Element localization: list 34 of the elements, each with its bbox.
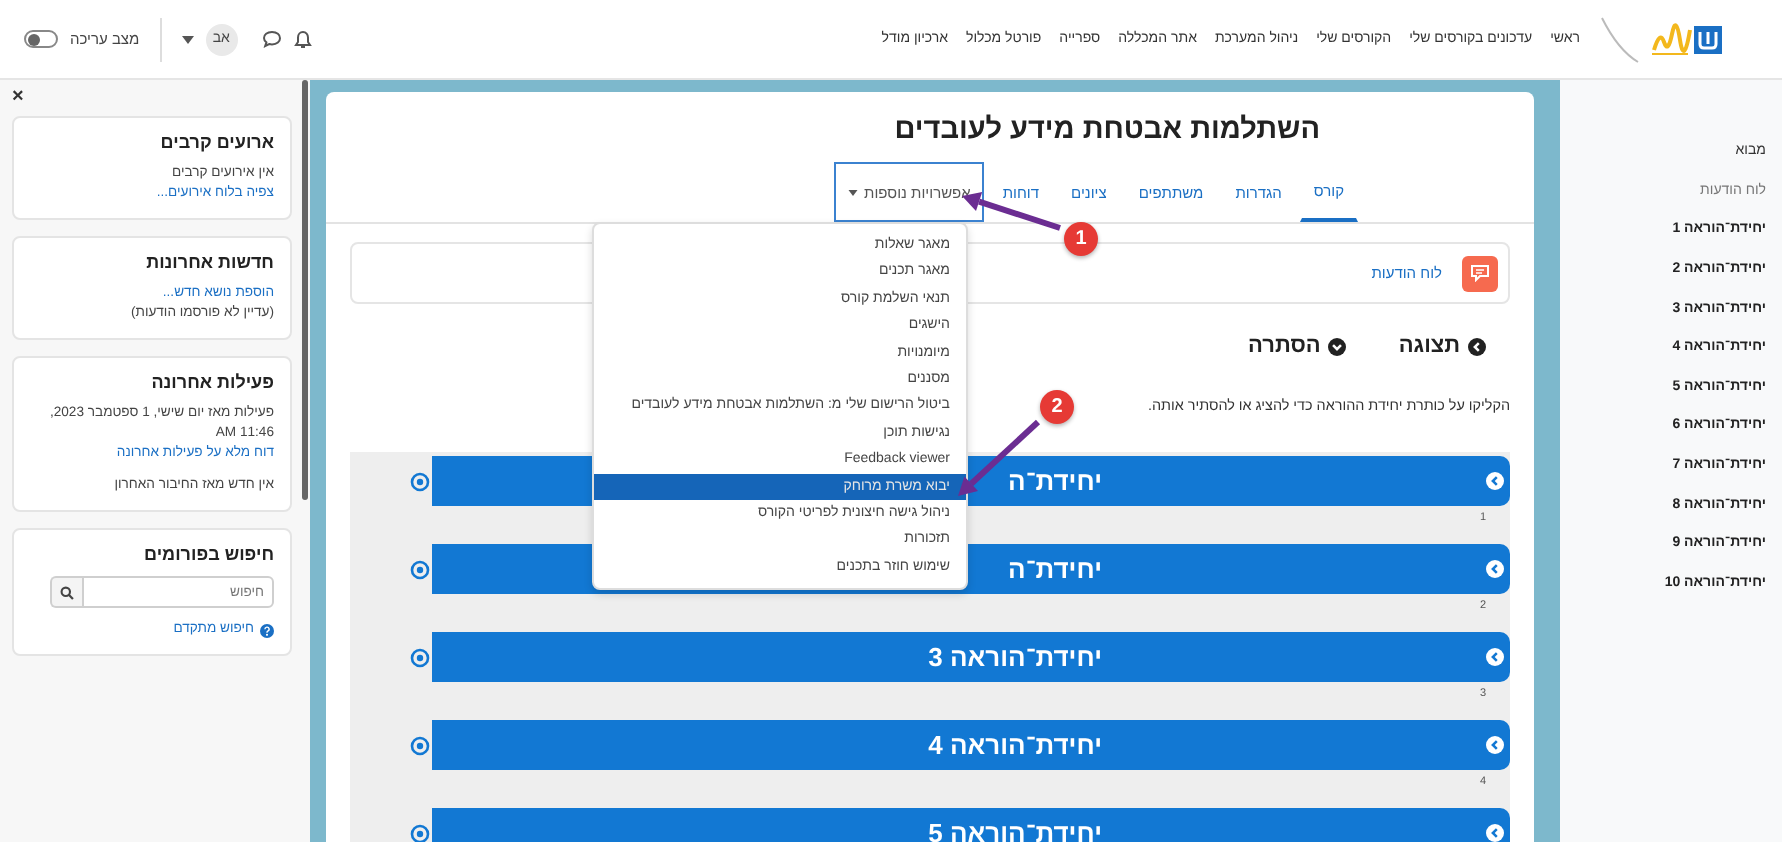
target-icon[interactable] bbox=[410, 823, 430, 842]
chevron-icon[interactable] bbox=[1486, 736, 1504, 754]
unit-header[interactable]: יחידת־הוראה 5 bbox=[432, 808, 1510, 842]
forum-icon bbox=[1462, 255, 1498, 291]
caret-icon[interactable] bbox=[181, 35, 194, 43]
unit-header[interactable]: יחידת־הוראה 4 bbox=[432, 720, 1510, 770]
edit-mode-toggle[interactable] bbox=[24, 30, 58, 48]
chat-icon[interactable] bbox=[261, 30, 282, 48]
expand-all-button[interactable]: תצוגה bbox=[1398, 334, 1486, 358]
collapse-all-button[interactable]: הסתרה bbox=[1248, 334, 1347, 358]
chevron-icon[interactable] bbox=[1486, 824, 1504, 842]
target-icon[interactable] bbox=[410, 471, 430, 491]
chevron-icon[interactable] bbox=[1486, 560, 1504, 578]
target-icon[interactable] bbox=[410, 559, 430, 579]
caret-icon bbox=[848, 189, 859, 195]
scrollbar[interactable] bbox=[302, 80, 308, 500]
chevron-down-icon bbox=[1328, 337, 1347, 355]
help-icon[interactable] bbox=[260, 623, 274, 637]
chevron-left-icon bbox=[1468, 337, 1486, 355]
chevron-icon[interactable] bbox=[1486, 472, 1504, 490]
target-icon[interactable] bbox=[410, 647, 430, 667]
logo-icon[interactable] bbox=[1598, 13, 1726, 65]
block-title: פעילות אחרונה bbox=[149, 372, 274, 392]
block-title: ארועים קרבים bbox=[158, 132, 274, 152]
bell-icon[interactable] bbox=[293, 29, 312, 49]
target-icon[interactable] bbox=[410, 735, 430, 755]
block-title: חיפוש בפורומים bbox=[142, 544, 274, 564]
course-title: השתלמות אבטחת מידע לעובדים bbox=[892, 112, 1322, 150]
unit-header[interactable]: יחידת־הוראה 3 bbox=[432, 632, 1510, 682]
block-title: חדשות אחרונות bbox=[144, 252, 274, 272]
chevron-icon[interactable] bbox=[1486, 648, 1504, 666]
close-button[interactable]: × bbox=[12, 88, 24, 116]
search-button[interactable] bbox=[50, 576, 82, 608]
search-icon bbox=[60, 585, 74, 599]
